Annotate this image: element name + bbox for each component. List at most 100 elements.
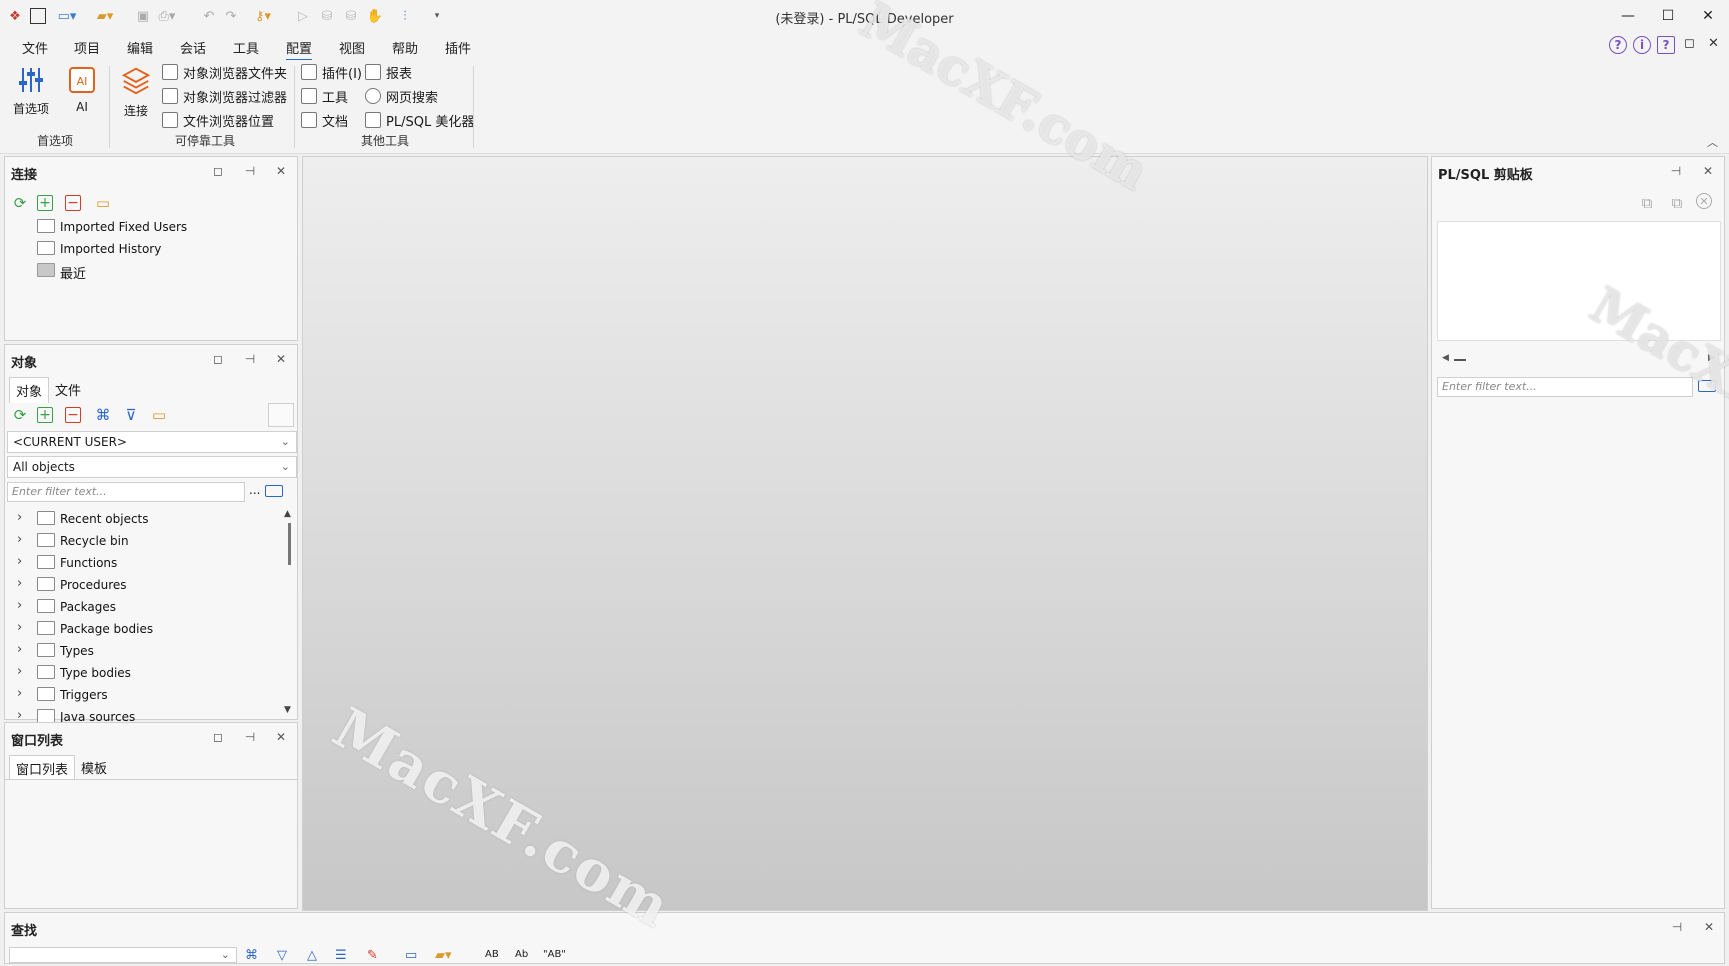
chevron-right-icon[interactable]: › — [17, 532, 22, 547]
clear-icon[interactable]: ✕ — [1696, 193, 1712, 209]
binoculars-icon[interactable]: ⌘ — [245, 948, 258, 963]
menu-configure[interactable]: 配置 — [286, 38, 313, 61]
plugins-button[interactable]: 插件(I) — [301, 62, 362, 82]
refresh-icon[interactable]: ⟳ — [10, 405, 30, 425]
chevron-right-icon[interactable]: › — [17, 620, 22, 635]
beautifier-button[interactable]: PL/SQL 美化器 — [365, 110, 474, 130]
menu-edit[interactable]: 编辑 — [127, 38, 153, 57]
tab-objects[interactable]: 对象 — [9, 377, 50, 403]
tree-item[interactable]: Types — [60, 644, 94, 658]
close-panel-icon[interactable]: ✕ — [273, 729, 289, 745]
whole-word-icon[interactable]: Ab — [515, 949, 528, 960]
tab-window-list[interactable]: 窗口列表 — [9, 755, 76, 781]
tab-files[interactable]: 文件 — [49, 377, 87, 402]
maximize-panel-icon[interactable]: ◻ — [210, 729, 226, 745]
scroll-left-icon[interactable]: ◀ — [1442, 353, 1449, 363]
file-browser-locations-button[interactable]: 文件浏览器位置 — [162, 110, 274, 130]
binoculars-icon[interactable]: ⌘ — [93, 405, 113, 425]
chevron-right-icon[interactable]: › — [17, 664, 22, 679]
tree-item[interactable]: Recycle bin — [60, 534, 129, 548]
scroll-up-icon[interactable]: ▲ — [284, 509, 291, 519]
tree-item[interactable]: Procedures — [60, 578, 127, 592]
object-type-select[interactable]: All objects ⌄ — [7, 456, 297, 478]
chevron-right-icon[interactable]: › — [17, 686, 22, 701]
find-list-icon[interactable]: ☰ — [335, 948, 347, 963]
chevron-right-icon[interactable]: › — [17, 576, 22, 591]
close-document-icon[interactable]: ✕ — [1708, 36, 1719, 51]
context-help-icon[interactable]: ? — [1657, 36, 1675, 54]
scrollbar-thumb[interactable] — [288, 523, 291, 565]
add-icon[interactable]: + — [37, 407, 53, 423]
tree-item[interactable]: Packages — [60, 600, 116, 614]
more-options-button[interactable]: ... — [249, 483, 260, 497]
regex-icon[interactable]: "AB" — [543, 949, 566, 960]
chevron-right-icon[interactable]: › — [17, 554, 22, 569]
tree-item[interactable]: Triggers — [60, 688, 108, 702]
scrollbar-thumb[interactable] — [1454, 359, 1466, 361]
tree-item[interactable]: Package bodies — [60, 622, 153, 636]
pin-icon[interactable]: ⊣ — [1669, 919, 1685, 935]
chevron-right-icon[interactable]: › — [17, 598, 22, 613]
preferences-button[interactable]: 首选项 — [8, 64, 54, 117]
folder-scope-icon[interactable]: ▰▾ — [435, 948, 452, 963]
tree-item[interactable]: Recent objects — [60, 512, 149, 526]
reports-button[interactable]: 报表 — [365, 62, 412, 82]
options-box[interactable] — [268, 403, 294, 427]
close-panel-icon[interactable]: ✕ — [1701, 919, 1717, 935]
find-next-icon[interactable]: ▽ — [277, 948, 287, 963]
remove-icon[interactable]: − — [65, 407, 81, 423]
pin-icon[interactable]: ⊣ — [242, 163, 258, 179]
pin-icon[interactable]: ⊣ — [1668, 163, 1684, 179]
menu-tools[interactable]: 工具 — [233, 38, 259, 57]
close-panel-icon[interactable]: ✕ — [273, 351, 289, 367]
close-panel-icon[interactable]: ✕ — [273, 163, 289, 179]
window-list-area[interactable] — [5, 779, 297, 908]
minimize-button[interactable]: — — [1608, 0, 1648, 32]
chevron-right-icon[interactable]: › — [17, 510, 22, 525]
find-input[interactable]: ⌄ — [9, 947, 237, 963]
collapse-ribbon-icon[interactable]: ︿ — [1707, 134, 1718, 150]
object-filter-input[interactable]: Enter filter text... — [7, 482, 245, 502]
add-icon[interactable]: + — [37, 195, 53, 211]
menu-plugins[interactable]: 插件 — [445, 38, 471, 57]
tree-item-imported-history[interactable]: Imported History — [60, 242, 161, 256]
scroll-down-icon[interactable]: ▼ — [284, 705, 291, 715]
match-case-icon[interactable]: AB — [485, 949, 499, 960]
close-panel-icon[interactable]: ✕ — [1700, 163, 1716, 179]
menu-project[interactable]: 项目 — [74, 38, 100, 57]
maximize-panel-icon[interactable]: ◻ — [210, 351, 226, 367]
web-search-button[interactable]: 网页搜索 — [365, 86, 438, 106]
tree-item-recent[interactable]: 最近 — [60, 263, 86, 282]
find-previous-icon[interactable]: △ — [307, 948, 317, 963]
tab-templates[interactable]: 模板 — [75, 755, 113, 780]
highlight-icon[interactable]: ✎ — [367, 948, 378, 963]
maximize-panel-icon[interactable]: ◻ — [210, 163, 226, 179]
paste-icon[interactable]: ⧉ — [1667, 193, 1687, 213]
help-icon[interactable]: ? — [1609, 36, 1627, 54]
chevron-right-icon[interactable]: › — [17, 708, 22, 723]
filter-apply-icon[interactable] — [265, 485, 283, 497]
folder-edit-icon[interactable]: ▭ — [93, 193, 113, 213]
tree-item[interactable]: Type bodies — [60, 666, 131, 680]
chevron-right-icon[interactable]: › — [17, 642, 22, 657]
refresh-icon[interactable]: ⟳ — [10, 193, 30, 213]
tree-item-imported-fixed-users[interactable]: Imported Fixed Users — [60, 220, 187, 234]
window-scope-icon[interactable]: ▭ — [405, 948, 417, 963]
pin-icon[interactable]: ⊣ — [242, 729, 258, 745]
menu-help[interactable]: 帮助 — [392, 38, 418, 57]
pin-icon[interactable]: ⊣ — [242, 351, 258, 367]
close-button[interactable]: ✕ — [1688, 0, 1728, 32]
tools-button[interactable]: 工具 — [301, 86, 348, 106]
remove-icon[interactable]: − — [65, 195, 81, 211]
restore-ribbon-icon[interactable]: ◻ — [1684, 36, 1695, 51]
filter-icon[interactable]: ⊽ — [121, 405, 141, 425]
maximize-button[interactable]: ☐ — [1648, 0, 1688, 32]
folder-edit-icon[interactable]: ▭ — [149, 405, 169, 425]
obj-browser-filters-button[interactable]: 对象浏览器过滤器 — [162, 86, 287, 106]
menu-view[interactable]: 视图 — [339, 38, 365, 57]
copy-icon[interactable]: ⧉ — [1637, 193, 1657, 213]
menu-file[interactable]: 文件 — [22, 38, 48, 57]
user-select[interactable]: <CURRENT USER> ⌄ — [7, 431, 297, 453]
info-icon[interactable]: i — [1633, 36, 1651, 54]
documents-button[interactable]: 文档 — [301, 110, 348, 130]
